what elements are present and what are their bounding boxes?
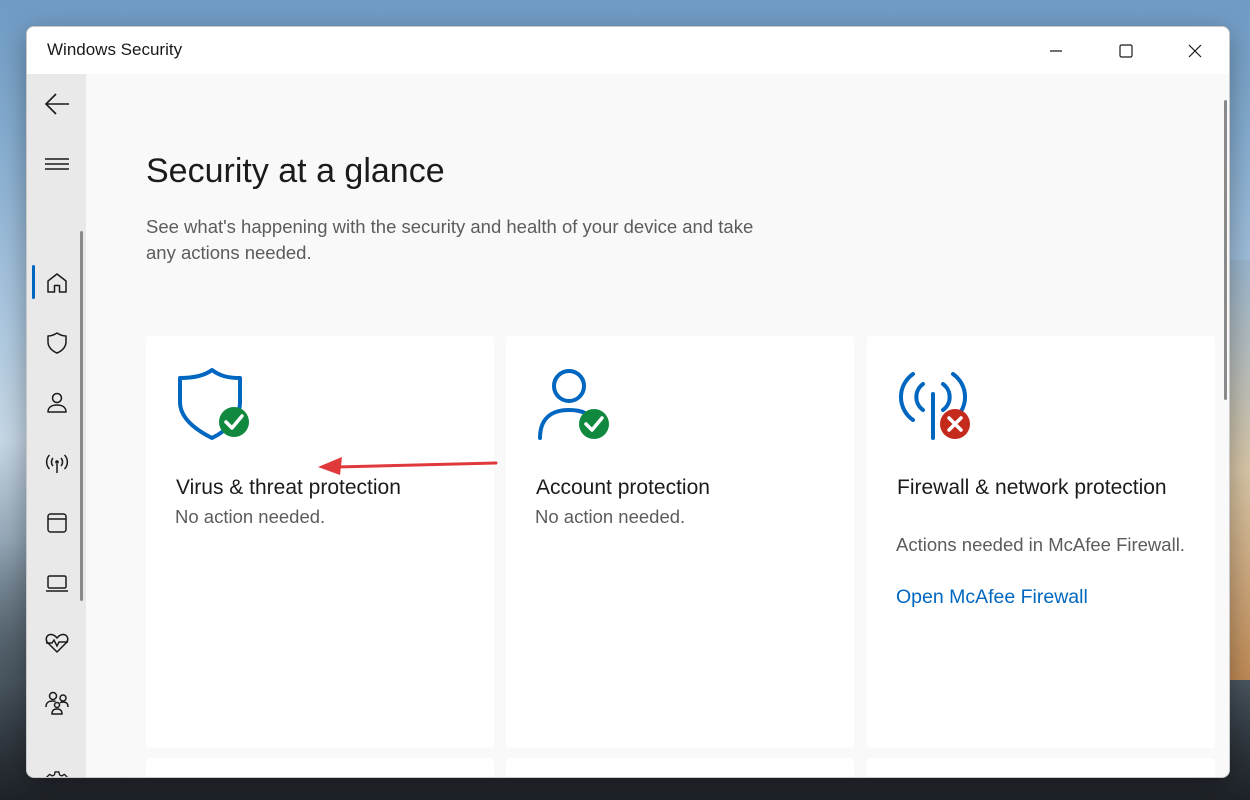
minimize-icon [1050, 49, 1062, 52]
hamburger-icon [45, 158, 69, 170]
shield-check-icon [178, 368, 249, 440]
close-button[interactable] [1161, 27, 1229, 74]
account-protection-card[interactable]: Account protection No action needed. [506, 336, 854, 748]
sidebar-item-virus-threat-protection[interactable] [33, 321, 81, 365]
sidebar-item-settings[interactable] [33, 761, 81, 777]
firewall-network-protection-card[interactable]: Firewall & network protection Actions ne… [867, 336, 1215, 748]
maximize-icon [1119, 43, 1133, 58]
back-button[interactable] [33, 82, 81, 126]
person-check-icon [538, 369, 609, 440]
maximize-button[interactable] [1092, 27, 1160, 74]
gear-icon [46, 771, 68, 777]
wireless-icon [45, 454, 69, 473]
sidebar-item-family-options[interactable] [33, 681, 81, 725]
sidebar-item-account-protection[interactable] [33, 381, 81, 425]
window-title: Windows Security [47, 40, 183, 59]
content-scrollbar[interactable] [1224, 100, 1227, 400]
minimize-button[interactable] [1022, 27, 1090, 74]
open-mcafee-firewall-link[interactable]: Open McAfee Firewall [896, 586, 1088, 609]
card-title: Account protection [536, 476, 710, 499]
sidebar-item-device-security[interactable] [33, 561, 81, 605]
next-row-card[interactable] [506, 758, 854, 777]
windows-security-window: Windows Security Security at a glance Se… [26, 26, 1230, 778]
annotation-arrow-icon [318, 457, 498, 475]
app-window-icon [47, 513, 67, 533]
shield-icon [47, 332, 67, 354]
navigation-sidebar [27, 74, 86, 777]
sidebar-item-home[interactable] [33, 261, 81, 305]
next-row-card[interactable] [146, 758, 494, 777]
home-icon [47, 273, 67, 293]
next-row-card[interactable] [867, 758, 1215, 777]
person-icon [47, 392, 67, 413]
card-status: Actions needed in McAfee Firewall. [896, 534, 1185, 555]
virus-threat-protection-card[interactable]: Virus & threat protection No action need… [146, 336, 494, 748]
card-status: No action needed. [535, 506, 686, 527]
laptop-icon [46, 575, 68, 592]
back-arrow-icon [44, 93, 69, 115]
main-content: Security at a glance See what's happenin… [86, 74, 1229, 777]
sidebar-item-app-browser-control[interactable] [33, 501, 81, 545]
sidebar-item-firewall-network[interactable] [33, 441, 81, 485]
wireless-error-icon [899, 372, 970, 440]
family-icon [45, 691, 69, 715]
sidebar-item-device-performance-health[interactable] [33, 621, 81, 665]
card-status: No action needed. [175, 506, 326, 527]
page-subtitle: See what's happening with the security a… [146, 216, 754, 263]
menu-button[interactable] [33, 142, 81, 186]
title-bar: Windows Security [27, 27, 1229, 74]
close-icon [1188, 44, 1202, 57]
page-title: Security at a glance [146, 152, 445, 190]
heart-pulse-icon [45, 633, 69, 653]
card-title: Firewall & network protection [897, 476, 1167, 499]
